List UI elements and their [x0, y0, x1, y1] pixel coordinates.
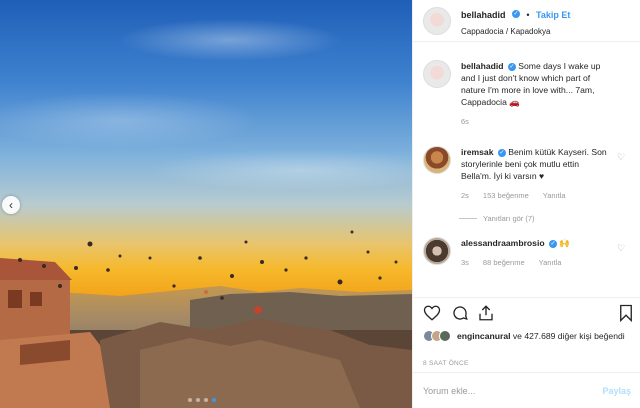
location-link[interactable]: Cappadocia / Kapadokya: [461, 27, 570, 36]
comment-item: iremsak ✓ Benim kütük Kayseri. Son story…: [413, 146, 640, 202]
avatar: [439, 330, 451, 342]
avatar[interactable]: [423, 6, 451, 35]
avatar[interactable]: [423, 146, 451, 174]
likes-count-text[interactable]: ve 427.689 diğer kişi beğendi: [513, 331, 625, 341]
comment-likes[interactable]: 88 beğenme: [483, 257, 525, 269]
like-heart-icon[interactable]: [423, 304, 441, 322]
comment-input[interactable]: Yorum ekle...: [423, 386, 475, 396]
carousel-dot: [188, 398, 192, 402]
caption-time[interactable]: 6s: [461, 116, 469, 128]
comment-username[interactable]: iremsak: [461, 147, 494, 157]
likes-summary: engincanural ve 427.689 diğer kişi beğen…: [423, 330, 633, 342]
reply-button[interactable]: Yanıtla: [543, 190, 566, 202]
comment-text: 🙌: [559, 238, 571, 248]
carousel-indicator: [188, 398, 216, 402]
comment-username[interactable]: alessandraambrosio: [461, 238, 545, 248]
liker-username[interactable]: engincanural: [457, 331, 510, 341]
comments-list[interactable]: bellahadid ✓ Some days I wake up and I j…: [413, 52, 640, 298]
comment-time[interactable]: 2s: [461, 190, 469, 202]
caption-username[interactable]: bellahadid: [461, 61, 504, 71]
liker-avatars: [423, 330, 451, 342]
caption: bellahadid ✓ Some days I wake up and I j…: [413, 60, 640, 128]
action-bar: [423, 304, 635, 324]
avatar[interactable]: [423, 237, 451, 265]
cappadocia-landscape: [0, 230, 412, 408]
verified-badge-icon: ✓: [507, 62, 516, 71]
reply-button[interactable]: Yanıtla: [539, 257, 562, 269]
chevron-left-icon: ‹: [9, 198, 13, 212]
carousel-dot-active: [212, 398, 216, 402]
comment-time[interactable]: 3s: [461, 257, 469, 269]
header-separator: •: [526, 10, 530, 20]
replies-line: [459, 218, 477, 219]
comment-item: alessandraambrosio ✓ 🙌 3s 88 beğenme Yan…: [413, 237, 640, 269]
carousel-prev-button[interactable]: ‹: [2, 196, 20, 214]
post-header: bellahadid ✓ • Takip Et Cappadocia / Kap…: [413, 0, 640, 42]
header-username[interactable]: bellahadid: [461, 10, 506, 20]
verified-badge-icon: ✓: [497, 148, 506, 157]
post-sidebar: bellahadid ✓ • Takip Et Cappadocia / Kap…: [412, 0, 640, 408]
comment-icon[interactable]: [451, 304, 469, 322]
verified-badge-icon: ✓: [548, 239, 557, 248]
post-timestamp[interactable]: 8 SAAT ÖNCE: [423, 360, 469, 367]
heart-icon[interactable]: ♡: [617, 152, 627, 162]
add-comment-bar: Yorum ekle... Paylaş: [413, 372, 640, 408]
comment-likes[interactable]: 153 beğenme: [483, 190, 529, 202]
carousel-dot: [196, 398, 200, 402]
verified-badge-icon: ✓: [511, 9, 520, 18]
bookmark-icon[interactable]: [617, 304, 635, 322]
heart-icon[interactable]: ♡: [617, 243, 627, 253]
post-comment-button[interactable]: Paylaş: [602, 386, 631, 396]
instagram-post-modal: ‹ bellahadid ✓ • Takip Et Cappadocia / K…: [0, 0, 640, 408]
view-replies-button[interactable]: Yanıtları gör (7): [413, 214, 640, 223]
carousel-dot: [204, 398, 208, 402]
view-replies-label: Yanıtları gör (7): [483, 214, 535, 223]
post-photo[interactable]: ‹: [0, 0, 412, 408]
avatar[interactable]: [423, 60, 451, 88]
share-icon[interactable]: [477, 304, 495, 322]
follow-button[interactable]: Takip Et: [536, 10, 570, 20]
